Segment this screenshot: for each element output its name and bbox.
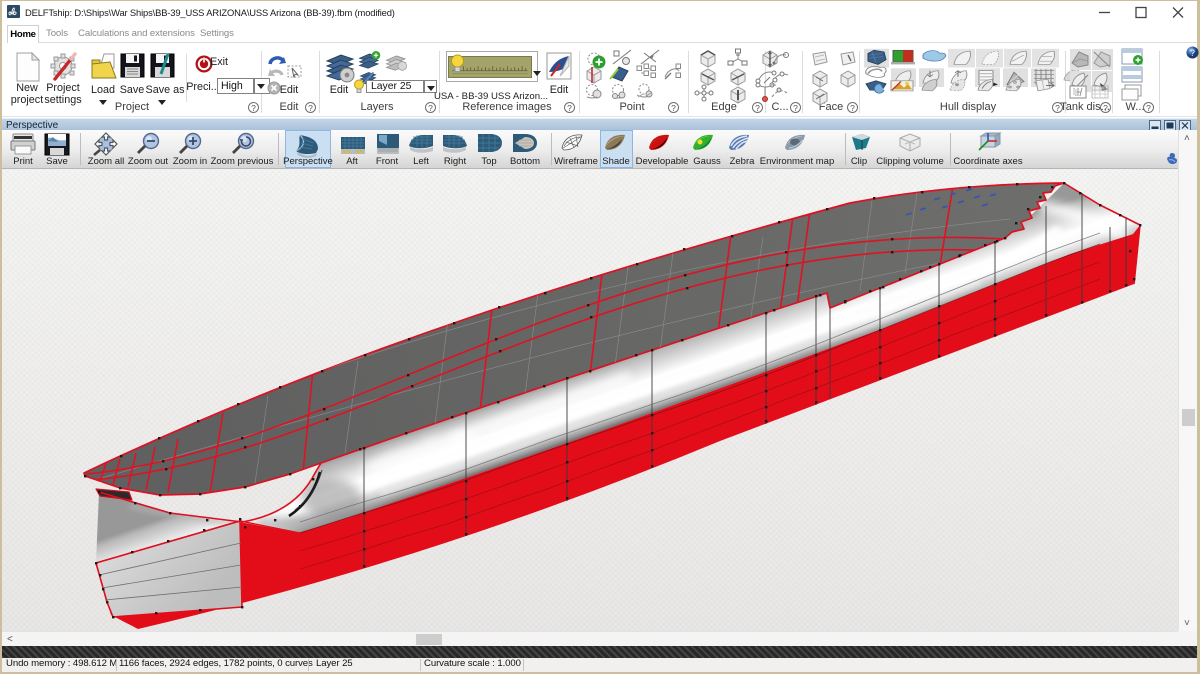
svg-text:?: ? — [1190, 48, 1195, 58]
